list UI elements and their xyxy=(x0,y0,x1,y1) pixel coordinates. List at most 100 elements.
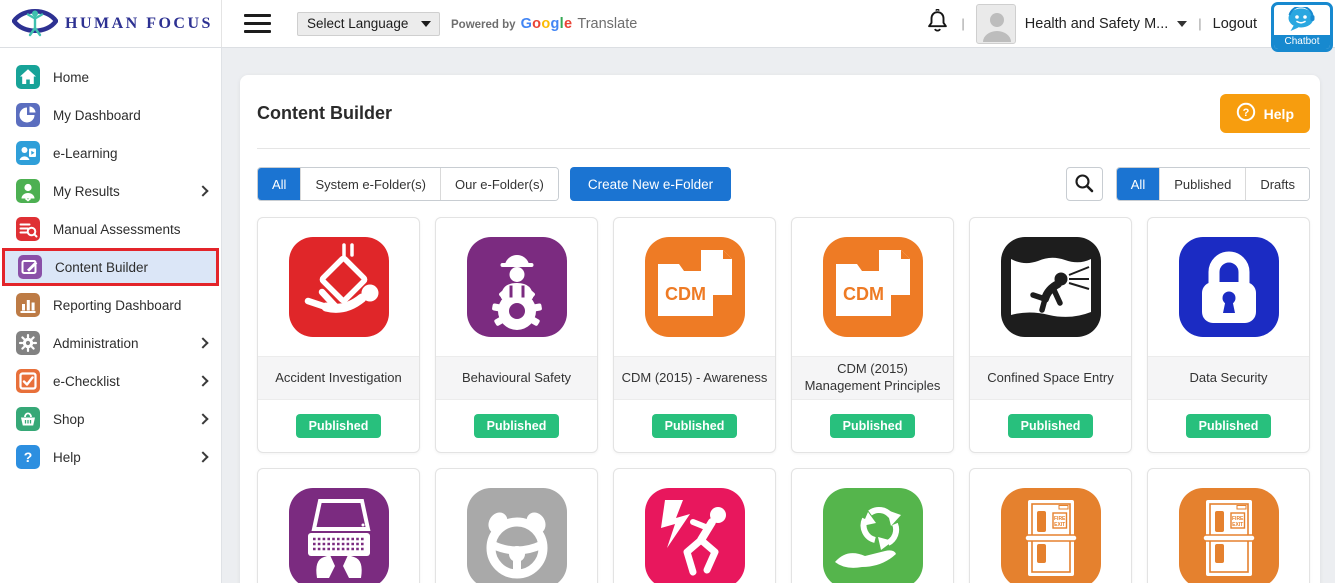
chevron-right-icon xyxy=(197,413,208,424)
svg-text:?: ? xyxy=(1242,107,1249,119)
sidebar-item-my-dashboard[interactable]: My Dashboard xyxy=(0,96,221,134)
svg-text:CDM: CDM xyxy=(665,284,706,304)
efolder-card[interactable] xyxy=(791,468,954,583)
chevron-right-icon xyxy=(197,375,208,386)
efolder-card-confined-space-entry[interactable]: Confined Space Entry Published xyxy=(969,217,1132,453)
efolder-card-behavioural-safety[interactable]: Behavioural Safety Published xyxy=(435,217,598,453)
google-logo: Google xyxy=(521,16,573,32)
folder-filter-group: All System e-Folder(s) Our e-Folder(s) xyxy=(257,167,559,201)
sidebar-item-label: Reporting Dashboard xyxy=(53,298,181,313)
efolder-title: CDM (2015) - Awareness xyxy=(614,356,775,400)
gear-icon xyxy=(16,331,40,355)
sidebar-item-label: Shop xyxy=(53,412,85,427)
home-icon xyxy=(16,65,40,89)
efolder-card[interactable] xyxy=(435,468,598,583)
brand-name: HUMAN FOCUS xyxy=(65,15,213,33)
checklist-icon xyxy=(16,369,40,393)
cdm-folder-icon: CDM xyxy=(645,237,745,337)
chevron-right-icon xyxy=(197,185,208,196)
sidebar-item-shop[interactable]: Shop xyxy=(0,400,221,438)
brand-logo[interactable]: HUMAN FOCUS xyxy=(0,0,222,47)
efolder-title: Confined Space Entry xyxy=(970,356,1131,400)
user-avatar[interactable] xyxy=(976,4,1016,44)
search-button[interactable] xyxy=(1066,167,1103,201)
status-badge: Published xyxy=(1008,414,1094,438)
fire-exit-door-icon: FIRE EXIT xyxy=(1179,488,1279,583)
fire-exit-door-icon: FIRE EXIT xyxy=(1001,488,1101,583)
shop-basket-icon xyxy=(16,407,40,431)
bar-chart-icon xyxy=(16,293,40,317)
tab-system-efolders[interactable]: System e-Folder(s) xyxy=(300,168,440,200)
help-button[interactable]: ? Help xyxy=(1220,94,1310,133)
sidebar-item-label: Administration xyxy=(53,336,139,351)
language-select-wrap: Select Language xyxy=(297,12,440,36)
question-icon: ? xyxy=(16,445,40,469)
user-name[interactable]: Health and Safety M... xyxy=(1025,16,1168,32)
sidebar-item-elearning[interactable]: e-Learning xyxy=(0,134,221,172)
logout-button[interactable]: Logout xyxy=(1213,16,1257,32)
falling-crate-person-icon xyxy=(289,237,389,337)
svg-text:FIRE: FIRE xyxy=(1054,516,1066,522)
sidebar-item-content-builder[interactable]: Content Builder xyxy=(2,248,219,286)
results-person-icon xyxy=(16,179,40,203)
efolder-card[interactable]: FIRE EXIT xyxy=(969,468,1132,583)
sidebar-item-echecklist[interactable]: e-Checklist xyxy=(0,362,221,400)
status-badge: Published xyxy=(474,414,560,438)
translate-label: Translate xyxy=(577,16,637,32)
assessment-search-icon xyxy=(16,217,40,241)
status-filter-group: All Published Drafts xyxy=(1116,167,1310,201)
header-separator: | xyxy=(1198,16,1201,31)
hamburger-menu-icon[interactable] xyxy=(244,14,271,33)
create-new-efolder-button[interactable]: Create New e-Folder xyxy=(570,167,731,201)
tab-published[interactable]: Published xyxy=(1159,168,1245,200)
title-divider xyxy=(257,148,1310,149)
efolder-card-cdm-awareness[interactable]: CDM CDM (2015) - Awareness Published xyxy=(613,217,776,453)
efolder-title: Data Security xyxy=(1148,356,1309,400)
tab-all-folders[interactable]: All xyxy=(258,168,300,200)
language-select[interactable]: Select Language xyxy=(297,12,440,36)
svg-text:FIRE: FIRE xyxy=(1232,516,1244,522)
efolder-card[interactable] xyxy=(257,468,420,583)
human-focus-eye-icon xyxy=(12,4,58,43)
efolder-card[interactable]: FIRE EXIT xyxy=(1147,468,1310,583)
dashboard-pie-icon xyxy=(16,103,40,127)
efolder-card-cdm-management[interactable]: CDM CDM (2015) Management Principles Pub… xyxy=(791,217,954,453)
chatbot-button[interactable]: Chatbot xyxy=(1271,2,1333,52)
main-content: Content Builder ? Help All System e-Fold… xyxy=(222,48,1335,583)
sidebar-item-reporting-dashboard[interactable]: Reporting Dashboard xyxy=(0,286,221,324)
sidebar-item-label: e-Learning xyxy=(53,146,118,161)
sidebar-item-label: Manual Assessments xyxy=(53,222,181,237)
tab-all-status[interactable]: All xyxy=(1117,168,1159,200)
confined-space-crawler-icon xyxy=(1001,237,1101,337)
tab-our-efolders[interactable]: Our e-Folder(s) xyxy=(440,168,558,200)
efolder-card[interactable] xyxy=(613,468,776,583)
sidebar-item-manual-assessments[interactable]: Manual Assessments xyxy=(0,210,221,248)
status-badge: Published xyxy=(652,414,738,438)
sidebar-item-home[interactable]: Home xyxy=(0,58,221,96)
sidebar-item-label: e-Checklist xyxy=(53,374,120,389)
cdm-folder-icon: CDM xyxy=(823,237,923,337)
chevron-right-icon xyxy=(197,451,208,462)
sidebar-item-label: Help xyxy=(53,450,81,465)
sidebar-item-my-results[interactable]: My Results xyxy=(0,172,221,210)
efolder-card-data-security[interactable]: Data Security Published xyxy=(1147,217,1310,453)
tab-drafts[interactable]: Drafts xyxy=(1245,168,1309,200)
svg-text:?: ? xyxy=(24,449,33,465)
help-question-icon: ? xyxy=(1236,102,1256,125)
powered-by-label: Powered by xyxy=(451,19,516,31)
laptop-typing-icon xyxy=(289,488,389,583)
status-badge: Published xyxy=(296,414,382,438)
notification-bell-icon[interactable] xyxy=(927,9,948,38)
steering-wheel-icon xyxy=(467,488,567,583)
content-builder-panel: Content Builder ? Help All System e-Fold… xyxy=(240,75,1320,583)
magnifier-icon xyxy=(1073,172,1095,197)
sidebar-item-label: Home xyxy=(53,70,89,85)
sidebar-item-help[interactable]: ? Help xyxy=(0,438,221,476)
header-separator: | xyxy=(961,16,964,31)
status-badge: Published xyxy=(830,414,916,438)
chevron-down-icon[interactable] xyxy=(1177,21,1187,27)
efolder-card-accident-investigation[interactable]: Accident Investigation Published xyxy=(257,217,420,453)
efolder-grid: Accident Investigation Published xyxy=(257,217,1310,583)
sidebar-item-administration[interactable]: Administration xyxy=(0,324,221,362)
svg-text:CDM: CDM xyxy=(843,284,884,304)
